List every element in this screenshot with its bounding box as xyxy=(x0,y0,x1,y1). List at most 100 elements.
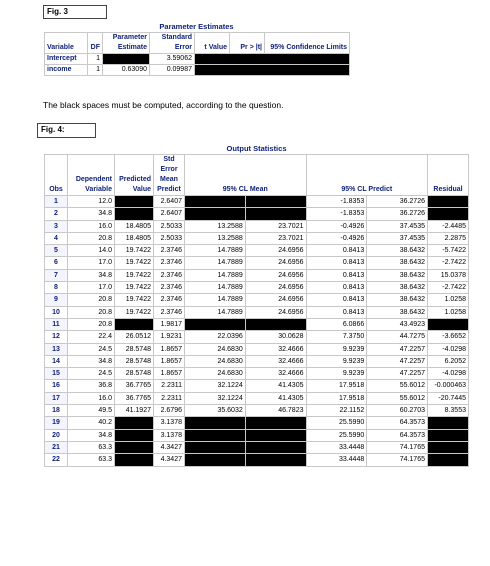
dependent-cell: 63.3 xyxy=(67,453,115,467)
cl-predict-low-cell: -0.4926 xyxy=(305,219,368,233)
cl-predict-high-cell: 47.2257 xyxy=(366,367,428,381)
residual-cell: -4.0298 xyxy=(427,367,469,381)
cl-mean-high-cell xyxy=(244,207,307,221)
cl-predict-low-cell: 25.5990 xyxy=(305,416,368,430)
cl-mean-low-cell: 14.7889 xyxy=(184,305,246,319)
out-header-obs: Obs xyxy=(44,154,68,196)
residual-cell xyxy=(427,416,469,430)
table-row: 18 49.5 41.1927 2.6796 35.6032 46.7823 22.1152… xyxy=(44,404,469,418)
fig3-label: Fig. 3 xyxy=(43,5,107,19)
cl-mean-high-cell: 41.4305 xyxy=(244,379,307,393)
cl-mean-high-cell: 32.4666 xyxy=(244,342,307,356)
stderr-cell: 1.8657 xyxy=(153,342,185,356)
cl-mean-high-cell: 23.7021 xyxy=(244,219,307,233)
cl-mean-low-cell: 24.6830 xyxy=(184,342,246,356)
dependent-cell: 20.8 xyxy=(67,305,115,319)
param-stderr: 0.09987 xyxy=(149,64,195,76)
obs-cell: 6 xyxy=(44,256,68,270)
predicted-cell: 19.7422 xyxy=(114,293,154,307)
table-row: 3 16.0 18.4805 2.5033 13.2588 23.7021 -0.4926 3… xyxy=(44,219,469,233)
cl-mean-high-cell: 30.0628 xyxy=(244,330,307,344)
cl-mean-low-cell xyxy=(184,453,246,467)
stderr-cell: 3.1378 xyxy=(153,428,185,442)
cl-mean-low-cell: 14.7889 xyxy=(184,268,246,283)
table-row: 9 20.8 19.7422 2.3746 14.7889 24.6956 0.8413 38… xyxy=(44,293,469,307)
cl-mean-high-cell: 24.6956 xyxy=(244,281,307,295)
cl-predict-low-cell: 0.8413 xyxy=(305,244,368,258)
dependent-cell: 40.2 xyxy=(67,416,115,430)
dependent-cell: 17.0 xyxy=(67,281,115,295)
cl-predict-low-cell: 17.9518 xyxy=(305,379,368,393)
cl-mean-high-cell: 24.6956 xyxy=(244,268,307,283)
cl-mean-low-cell: 13.2588 xyxy=(184,219,246,233)
residual-cell: -2.7422 xyxy=(427,256,469,270)
output-statistics-table: Obs Dependent Variable Predicted Value S… xyxy=(44,154,469,467)
residual-cell: 6.2052 xyxy=(427,354,469,369)
table-row: 7 34.8 19.7422 2.3746 14.7889 24.6956 0.8413 38… xyxy=(44,268,469,283)
stderr-cell: 1.9817 xyxy=(153,317,185,332)
residual-cell: -3.6652 xyxy=(427,330,469,344)
residual-cell: -5.7422 xyxy=(427,244,469,258)
residual-cell xyxy=(427,453,469,467)
out-header-predicted: Predicted Value xyxy=(114,154,154,196)
cl-predict-low-cell: 7.3750 xyxy=(305,330,368,344)
predicted-cell xyxy=(114,416,154,430)
obs-cell: 3 xyxy=(44,219,68,233)
obs-cell: 2 xyxy=(44,207,68,221)
predicted-cell xyxy=(114,207,154,221)
obs-cell: 18 xyxy=(44,404,68,418)
obs-cell: 20 xyxy=(44,428,68,442)
obs-cell: 22 xyxy=(44,453,68,467)
dependent-cell: 24.5 xyxy=(67,367,115,381)
cl-predict-high-cell: 38.6432 xyxy=(366,268,428,283)
cl-mean-high-cell xyxy=(244,416,307,430)
cl-predict-low-cell: 0.8413 xyxy=(305,281,368,295)
table-row: 5 14.0 19.7422 2.3746 14.7889 24.6956 0.8413 38… xyxy=(44,244,469,258)
cl-predict-low-cell: -1.8353 xyxy=(305,207,368,221)
predicted-cell: 28.5748 xyxy=(114,367,154,381)
cl-mean-low-cell: 13.2588 xyxy=(184,231,246,246)
cl-predict-high-cell: 36.2726 xyxy=(366,207,428,221)
cl-mean-low-cell: 35.6032 xyxy=(184,404,246,418)
table-row: 15 24.5 28.5748 1.8657 24.6830 32.4666 9.9239 4… xyxy=(44,367,469,381)
cl-mean-low-cell xyxy=(184,207,246,221)
cl-mean-high-cell: 24.6956 xyxy=(244,256,307,270)
dependent-cell: 24.5 xyxy=(67,342,115,356)
cl-predict-high-cell: 74.1765 xyxy=(366,440,428,455)
table-row: 2 34.8 2.6407 -1.8353 36.2726 xyxy=(44,207,469,221)
cl-mean-low-cell xyxy=(184,440,246,455)
obs-cell: 11 xyxy=(44,317,68,332)
stderr-cell: 2.3746 xyxy=(153,293,185,307)
residual-cell xyxy=(427,194,469,209)
cl-predict-high-cell: 55.6012 xyxy=(366,391,428,406)
dependent-cell: 14.0 xyxy=(67,244,115,258)
table-row: 6 17.0 19.7422 2.3746 14.7889 24.6956 0.8413 38… xyxy=(44,256,469,270)
dependent-cell: 16.0 xyxy=(67,219,115,233)
cl-mean-low-cell: 14.7889 xyxy=(184,256,246,270)
table-row: 13 24.5 28.5748 1.8657 24.6830 32.4666 9.9239 4… xyxy=(44,342,469,356)
predicted-cell: 19.7422 xyxy=(114,244,154,258)
cl-mean-low-cell: 14.7889 xyxy=(184,244,246,258)
dependent-cell: 17.0 xyxy=(67,256,115,270)
residual-cell: 1.0258 xyxy=(427,293,469,307)
table-row: 8 17.0 19.7422 2.3746 14.7889 24.6956 0.8413 38… xyxy=(44,281,469,295)
dependent-cell: 20.8 xyxy=(67,317,115,332)
predicted-cell xyxy=(114,194,154,209)
residual-cell: 15.0378 xyxy=(427,268,469,283)
param-header-stderr: Standard Error xyxy=(149,32,195,54)
obs-cell: 8 xyxy=(44,281,68,295)
table-row: 16 36.8 36.7765 2.2311 32.1224 41.4305 17.9518… xyxy=(44,379,469,393)
cl-predict-high-cell: 38.6432 xyxy=(366,281,428,295)
residual-cell xyxy=(427,428,469,442)
cl-predict-high-cell: 37.4535 xyxy=(366,219,428,233)
cl-mean-high-cell: 24.6956 xyxy=(244,244,307,258)
predicted-cell: 19.7422 xyxy=(114,305,154,319)
cl-predict-low-cell: 0.8413 xyxy=(305,293,368,307)
dependent-cell: 34.8 xyxy=(67,268,115,283)
dependent-cell: 20.8 xyxy=(67,231,115,246)
cl-predict-low-cell: 17.9518 xyxy=(305,391,368,406)
obs-cell: 1 xyxy=(44,194,68,209)
predicted-cell: 18.4805 xyxy=(114,231,154,246)
param-header-variable: Variable xyxy=(44,32,88,54)
param-row: income 1 0.63090 0.09987 xyxy=(44,64,350,76)
